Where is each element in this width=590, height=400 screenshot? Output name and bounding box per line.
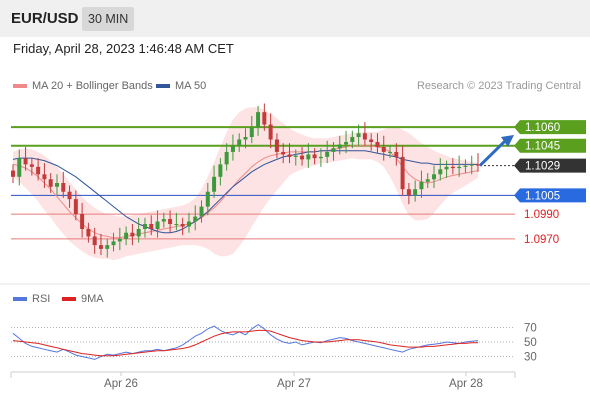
rsi-panel: 70 50 30: [11, 323, 537, 364]
candle-body: [29, 164, 34, 167]
candle-body: [80, 214, 85, 229]
candle-body: [168, 219, 173, 225]
candle-body: [92, 236, 97, 246]
candle-body: [337, 144, 342, 149]
candle-body: [350, 137, 355, 142]
candle-body: [444, 166, 449, 170]
candle-body: [136, 228, 141, 237]
candle-body: [193, 216, 198, 222]
candle-body: [149, 224, 154, 229]
candle-body: [199, 206, 204, 217]
candle-body: [262, 112, 267, 125]
candle-body: [425, 179, 430, 182]
candle-body: [362, 133, 367, 140]
candle-body: [86, 228, 91, 237]
candle-body: [23, 158, 28, 165]
candle-body: [406, 189, 411, 196]
candle-body: [413, 189, 418, 196]
candle-body: [344, 141, 349, 145]
x-axis: Apr 26 Apr 27 Apr 28: [10, 371, 516, 390]
candle-body: [463, 165, 468, 167]
candle-body: [212, 176, 217, 192]
candle-body: [230, 145, 235, 152]
candle-body: [161, 219, 166, 222]
candle-body: [419, 181, 424, 190]
forecast-arrow: [478, 135, 514, 167]
candle-body: [48, 179, 53, 187]
candle-body: [388, 151, 393, 153]
level-label-3: 1.1005: [525, 190, 560, 202]
candle-body: [180, 224, 185, 227]
candle-body: [42, 174, 47, 180]
candle-body: [205, 191, 210, 207]
candle-body: [237, 139, 242, 146]
candle-body: [400, 156, 405, 190]
candle-body: [249, 127, 254, 138]
candle-body: [105, 245, 110, 249]
candle-body: [312, 154, 317, 159]
candle-body: [287, 154, 292, 157]
level-label-1: 1.1045: [525, 141, 560, 153]
candle-body: [274, 139, 279, 152]
rsi-tick-1: 50: [524, 337, 537, 349]
level-label-4: 1.0990: [524, 209, 559, 221]
candle-body: [281, 151, 286, 155]
rsi-tick-2: 30: [524, 352, 537, 364]
level-labels: 1.1060 1.1045 1.1029 1.1005 1.0990 1.0970: [514, 120, 586, 246]
candle-body: [61, 183, 66, 192]
candle-body: [318, 156, 323, 159]
rsi-tick-0: 70: [524, 323, 537, 335]
candle-body: [331, 148, 336, 152]
candle-body: [293, 155, 298, 157]
candle-body: [356, 133, 361, 138]
candle-body: [375, 141, 380, 147]
candle-body: [243, 137, 248, 140]
candle-body: [325, 151, 330, 157]
x-tick-0: Apr 26: [104, 378, 138, 390]
candle-body: [73, 199, 78, 215]
candle-body: [17, 158, 22, 177]
level-label-5: 1.0970: [524, 234, 559, 246]
price-chart: 1.1060 1.1045 1.1029 1.1005 1.0990 1.0970 70 5…: [0, 103, 590, 390]
candle-body: [186, 221, 191, 227]
candle-body: [268, 124, 273, 140]
level-label-0: 1.1060: [525, 122, 560, 134]
candle-body: [54, 183, 59, 187]
candle-body: [67, 191, 72, 200]
candle-body: [98, 245, 103, 249]
candle-body: [394, 151, 399, 157]
x-tick-1: Apr 27: [277, 378, 311, 390]
candle-body: [450, 166, 455, 169]
level-label-2: 1.1029: [525, 161, 560, 173]
candle-body: [130, 232, 135, 237]
candle-body: [218, 164, 223, 177]
candle-body: [469, 164, 474, 166]
candle-body: [155, 221, 160, 229]
candle-body: [36, 166, 41, 175]
candle-body: [256, 112, 261, 128]
candle-body: [224, 151, 229, 165]
candle-body: [300, 155, 305, 160]
candle-body: [117, 238, 122, 242]
candle-body: [381, 146, 386, 152]
arrow-shaft: [478, 139, 507, 167]
candle-body: [306, 154, 311, 160]
candle-body: [369, 139, 374, 142]
candle-body: [457, 166, 462, 169]
candle-body: [11, 170, 15, 177]
candle-body: [111, 241, 116, 246]
candle-body: [432, 174, 437, 180]
candle-body: [438, 169, 443, 175]
candle-body: [174, 224, 179, 226]
x-tick-2: Apr 28: [449, 378, 483, 390]
candle-body: [124, 232, 129, 239]
candle-body: [142, 224, 147, 229]
